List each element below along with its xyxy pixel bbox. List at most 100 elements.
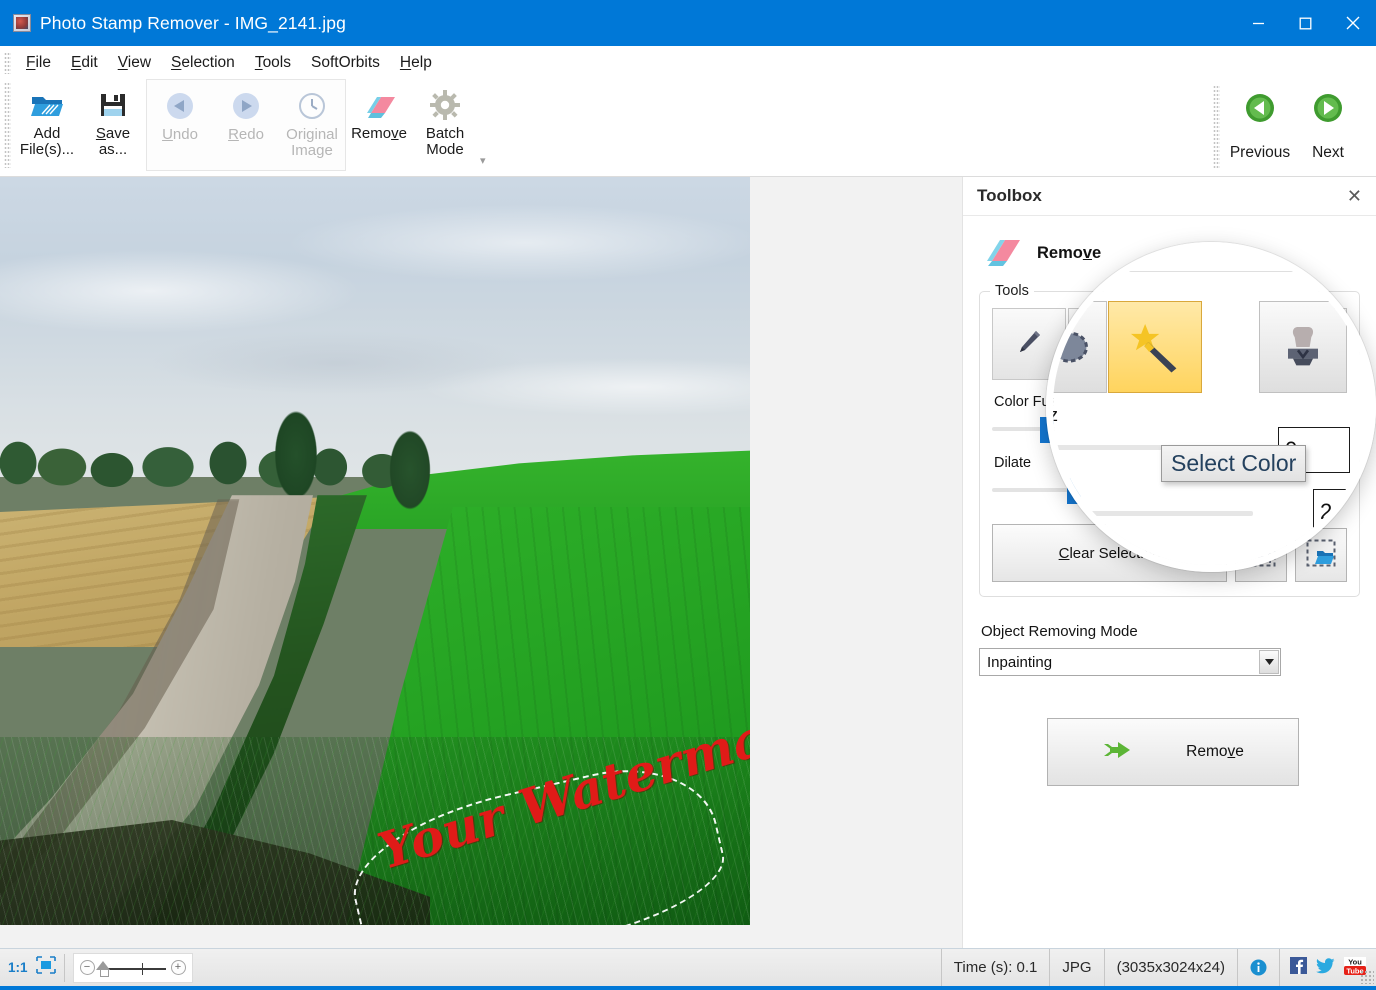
chevron-down-icon[interactable] — [1259, 650, 1279, 674]
lasso-tool-button[interactable] — [1068, 308, 1142, 380]
image-workspace[interactable]: Your Watermark — [0, 177, 962, 948]
clock-history-icon — [297, 89, 327, 123]
dilate-thumb[interactable] — [1067, 477, 1081, 504]
original-image-label: Original Image — [286, 126, 338, 160]
status-divider — [63, 953, 65, 982]
toolbox-close-icon[interactable]: ✕ — [1347, 187, 1362, 205]
object-removing-mode-label: Object Removing Mode — [981, 623, 1138, 640]
remove-action-button[interactable]: Remove — [1047, 718, 1299, 786]
menu-tools[interactable]: Tools — [245, 52, 301, 74]
remove-action-label: Remove — [1186, 743, 1244, 760]
resize-grip[interactable] — [1360, 970, 1374, 984]
treeline — [0, 415, 420, 493]
toolbar-drag-grip[interactable] — [4, 82, 11, 168]
save-selection-button[interactable] — [1235, 528, 1287, 582]
batch-mode-button[interactable]: Batch Mode — [412, 83, 478, 167]
menu-drag-grip[interactable] — [4, 51, 11, 74]
menu-edit[interactable]: Edit — [61, 52, 108, 74]
stamp-tool-button[interactable] — [1273, 308, 1347, 380]
application-window: Photo Stamp Remover - IMG_2141.jpg File … — [0, 0, 1376, 990]
green-arrow-icon — [1102, 735, 1142, 770]
color-fuzz-slider[interactable] — [992, 416, 1252, 443]
gear-icon — [430, 88, 460, 122]
app-icon — [13, 14, 31, 32]
photo-canvas[interactable]: Your Watermark — [0, 177, 750, 925]
zoom-in-button[interactable]: + — [170, 960, 186, 975]
previous-label: Previous — [1229, 144, 1291, 161]
clear-selection-button[interactable]: Clear Selection — [992, 524, 1227, 582]
minimize-button[interactable] — [1235, 0, 1282, 46]
ribbon-expander-icon[interactable]: ▾ — [480, 154, 486, 167]
twitter-icon[interactable] — [1316, 957, 1335, 978]
redo-label: Redo — [228, 126, 264, 143]
clear-selection-label: Clear Selection — [1058, 544, 1161, 562]
menu-view[interactable]: View — [108, 52, 161, 74]
pencil-icon — [1014, 327, 1044, 362]
menu-softorbits[interactable]: SoftOrbits — [301, 52, 390, 74]
object-removing-mode-value: Inpainting — [987, 653, 1053, 671]
dilate-value[interactable]: 2 — [1262, 477, 1318, 502]
undo-label: Undo — [162, 126, 198, 143]
zoom-controls: 1:1 — [0, 956, 56, 979]
window-title: Photo Stamp Remover - IMG_2141.jpg — [40, 12, 346, 33]
remove-section-label: Remove — [1037, 244, 1102, 262]
info-button[interactable] — [1237, 948, 1279, 987]
redo-button[interactable]: Redo — [213, 84, 279, 168]
fit-to-window-icon[interactable] — [35, 956, 56, 979]
color-fuzz-value[interactable]: 10 — [1262, 416, 1318, 441]
add-files-icon — [30, 88, 64, 122]
eraser-icon — [979, 234, 1023, 273]
stamp-icon — [1295, 327, 1325, 362]
remove-toolbar-button[interactable]: Remove — [346, 83, 412, 167]
zoom-slider[interactable]: − + — [72, 952, 193, 983]
load-selection-icon — [1306, 539, 1336, 572]
color-fuzz-thumb[interactable] — [1040, 416, 1054, 443]
redo-icon — [231, 89, 261, 123]
svg-text:You: You — [1348, 957, 1362, 966]
menu-bar: File Edit View Selection Tools SoftOrbit… — [0, 46, 1376, 79]
dilate-slider[interactable] — [992, 477, 1252, 504]
undo-icon — [165, 89, 195, 123]
toolbox-title: Toolbox — [977, 186, 1042, 205]
menu-help[interactable]: Help — [390, 52, 442, 74]
lasso-icon — [1089, 329, 1121, 360]
eraser-icon — [361, 88, 397, 122]
original-image-button[interactable]: Original Image — [279, 84, 345, 168]
pencil-tool-button[interactable] — [992, 308, 1066, 380]
zoom-home-thumb-base — [99, 969, 109, 977]
status-bar: 1:1 − + Time (s): 0.1 JPG (3035x3024x24) — [0, 948, 1376, 987]
previous-button[interactable]: Previous — [1226, 85, 1294, 162]
window-bottom-edge — [0, 986, 1376, 990]
tools-group: Tools Color Fuz 10 Dilate 2 Clear Select… — [979, 283, 1360, 597]
remove-section-header: Remove — [979, 230, 1360, 283]
zoom-home-thumb[interactable] — [95, 960, 110, 970]
zoom-ratio-button[interactable]: 1:1 — [8, 960, 28, 975]
undo-button[interactable]: Undo — [147, 84, 213, 168]
color-fuzz-track — [992, 426, 1252, 431]
dimensions-status: (3035x3024x24) — [1103, 948, 1237, 987]
tall-tree-left — [268, 399, 324, 511]
add-files-button[interactable]: Add File(s)... — [14, 83, 80, 167]
toolbox-body: Remove Tools Color Fuz 10 Dilate 2 Clear… — [963, 216, 1376, 786]
magic-wand-icon — [1164, 326, 1198, 363]
close-button[interactable] — [1329, 0, 1376, 46]
zoom-out-button[interactable]: − — [79, 960, 95, 975]
remove-toolbar-label: Remove — [351, 125, 407, 142]
menu-selection[interactable]: Selection — [161, 52, 245, 74]
facebook-icon[interactable] — [1290, 957, 1307, 978]
selection-actions-row: Clear Selection — [992, 524, 1347, 582]
object-removing-mode-select[interactable]: Inpainting — [979, 648, 1281, 676]
tool-row-spacer — [1220, 308, 1271, 380]
toolbox-panel: Toolbox ✕ Remove Tools Color Fuz 10 Dila… — [962, 177, 1376, 948]
toolbox-header: Toolbox ✕ — [963, 177, 1376, 216]
menu-file[interactable]: File — [16, 52, 61, 74]
dilate-label: Dilate — [994, 455, 1032, 471]
maximize-button[interactable] — [1282, 0, 1329, 46]
save-as-button[interactable]: Save as... — [80, 83, 146, 167]
nav-drag-grip[interactable] — [1213, 85, 1220, 169]
load-selection-button[interactable] — [1295, 528, 1347, 582]
actions-group: Remove Batch Mode ▾ — [346, 79, 486, 171]
dilate-row: 2 — [992, 477, 1347, 504]
magic-wand-tool-button[interactable] — [1144, 308, 1218, 380]
next-button[interactable]: Next — [1294, 85, 1362, 162]
